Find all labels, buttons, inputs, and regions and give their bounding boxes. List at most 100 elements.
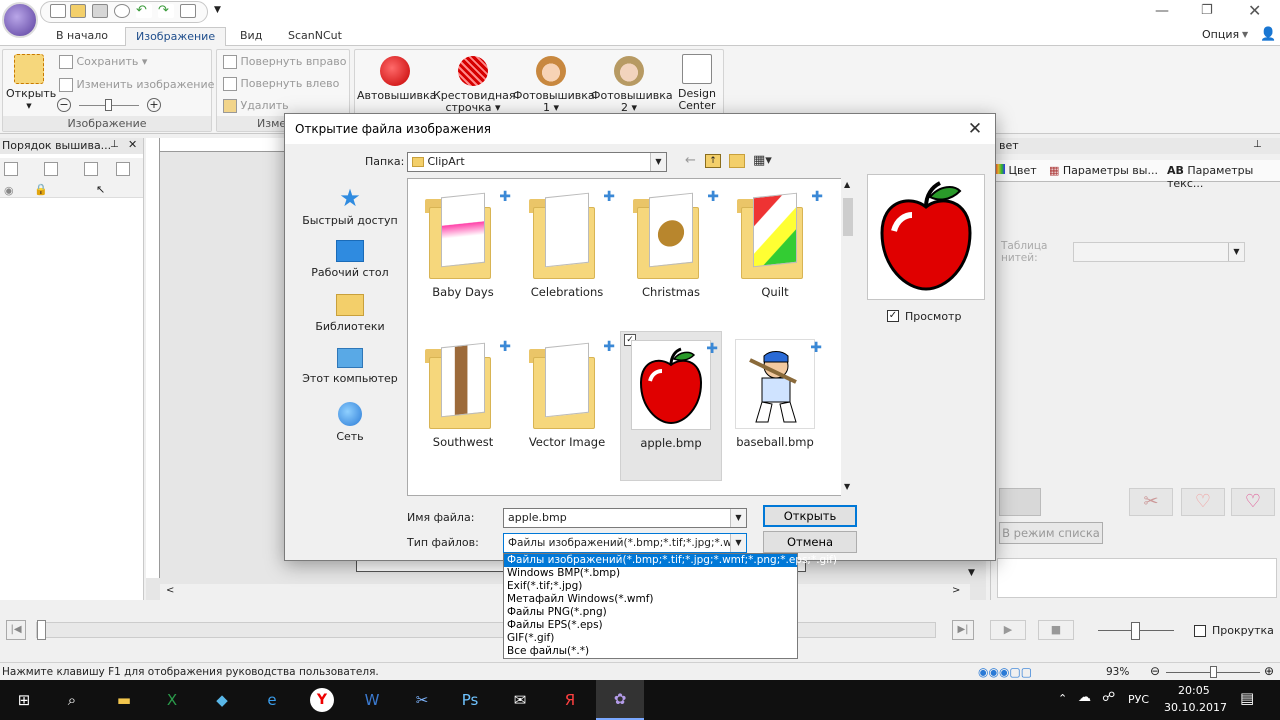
excel-icon[interactable]: X	[148, 680, 196, 720]
panel-close-icon[interactable]: ✕	[128, 138, 137, 151]
scroll-thumb[interactable]	[843, 198, 853, 236]
place-desktop[interactable]: Рабочий стол	[295, 240, 405, 279]
customize-qa-icon[interactable]: ▼	[214, 5, 221, 15]
filetype-option[interactable]: GIF(*.gif)	[504, 632, 797, 645]
square-icon[interactable]	[116, 162, 130, 176]
close-window-button[interactable]: ✕	[1248, 1, 1261, 20]
file-list[interactable]: ✚ Baby Days ✚ Celebrations ✚ Christmas ✚…	[407, 178, 855, 496]
design-center-button[interactable]: Design Center	[673, 54, 721, 112]
word-icon[interactable]: W	[348, 680, 396, 720]
up-folder-icon[interactable]: ↑	[705, 154, 721, 168]
option-menu[interactable]: Опция	[1202, 28, 1239, 41]
yandex-icon[interactable]: Я	[546, 680, 594, 720]
transparency-slider[interactable]: − +	[57, 98, 165, 114]
filetype-option[interactable]: Все файлы(*.*)	[504, 645, 797, 658]
redo-icon[interactable]: ↷	[158, 4, 174, 18]
folder-select[interactable]: ClipArt ▼	[407, 152, 667, 172]
pe-design-icon[interactable]: ✿	[596, 680, 644, 720]
color-icon[interactable]	[84, 162, 98, 176]
folder-item-southwest[interactable]: ✚ Southwest	[412, 331, 514, 481]
yandex-browser-icon[interactable]: Y	[298, 680, 346, 720]
folder-item-baby-days[interactable]: ✚ Baby Days	[412, 181, 514, 331]
clock-date[interactable]: 30.10.2017	[1164, 701, 1227, 714]
right-pin-icon[interactable]: ⊥	[1253, 139, 1262, 150]
open-image-button[interactable]: Открыть ▼	[6, 54, 56, 112]
lock-icon[interactable]: 🔒	[34, 183, 48, 196]
file-item-baseball[interactable]: ✚ baseball.bmp	[724, 331, 826, 481]
plus-icon[interactable]: +	[147, 98, 161, 112]
place-network[interactable]: Сеть	[295, 402, 405, 443]
list-mode-button[interactable]: В режим списка	[999, 522, 1103, 544]
language-indicator[interactable]: РУС	[1128, 693, 1149, 706]
tab-color[interactable]: Цвет	[995, 164, 1037, 177]
frame-icon[interactable]	[4, 162, 18, 176]
scroll-right-icon[interactable]: >	[952, 585, 960, 596]
tab-stitch-params[interactable]: ▦ Параметры вы...	[1049, 164, 1158, 177]
photoshop-icon[interactable]: Ps	[446, 680, 494, 720]
clock-time[interactable]: 20:05	[1178, 684, 1210, 697]
scroll-left-icon[interactable]: <	[166, 585, 174, 596]
tab-home[interactable]: В начало	[46, 27, 118, 46]
file-item-apple[interactable]: ✓ ✚ apple.bmp	[620, 331, 722, 481]
frame-button[interactable]	[999, 488, 1041, 516]
preview-icon[interactable]	[180, 4, 196, 18]
mail-icon[interactable]: ✉	[496, 680, 544, 720]
folder-item-celebrations[interactable]: ✚ Celebrations	[516, 181, 618, 331]
change-image-button[interactable]: Изменить изображение	[59, 78, 214, 92]
file-explorer-icon[interactable]: ▬	[100, 680, 148, 720]
pin-icon[interactable]: ⊥	[110, 139, 119, 150]
dialog-close-icon[interactable]: ✕	[965, 119, 985, 139]
maximize-button[interactable]: ❐	[1201, 3, 1213, 18]
onedrive-icon[interactable]: ☁	[1078, 690, 1091, 705]
folder-item-quilt[interactable]: ✚ Quilt	[724, 181, 826, 331]
filetype-option[interactable]: Exif(*.tif;*.jpg)	[504, 580, 797, 593]
tab-text-params[interactable]: AB Параметры текс...	[1167, 164, 1280, 190]
slider-thumb[interactable]	[105, 99, 112, 111]
auto-embroidery-button[interactable]: Автовышивка	[357, 56, 436, 102]
file-list-scrollbar[interactable]: ▲ ▼	[841, 178, 855, 496]
open-folder-icon[interactable]	[70, 4, 86, 18]
search-icon[interactable]: ⌕	[48, 680, 96, 720]
play-icon[interactable]: ▶	[990, 620, 1026, 640]
save-image-button[interactable]: Сохранить ▾	[59, 55, 147, 69]
back-icon[interactable]: ←	[685, 153, 696, 168]
snipping-tool-icon[interactable]: ✂	[398, 680, 446, 720]
save-icon[interactable]	[92, 4, 108, 18]
rotate-left-button[interactable]: Повернуть влево	[223, 77, 339, 91]
new-file-icon[interactable]	[50, 4, 66, 18]
stitch-progress-thumb[interactable]	[37, 620, 46, 640]
undo-icon[interactable]: ↶	[136, 4, 152, 18]
ie-icon[interactable]: e	[248, 680, 296, 720]
filetype-option[interactable]: Файлы изображений(*.bmp;*.tif;*.jpg;*.wm…	[504, 554, 837, 567]
photo-stitch-1-button[interactable]: Фотовышивка 1 ▾	[513, 56, 595, 114]
view-mode-icons[interactable]: ◉◉◉▢▢	[978, 665, 1032, 679]
network-icon[interactable]: ☍	[1102, 690, 1115, 705]
delete-button[interactable]: Удалить	[223, 99, 289, 113]
tab-view[interactable]: Вид	[230, 27, 272, 46]
filename-input[interactable]: apple.bmp ▼	[503, 508, 747, 528]
filetype-option[interactable]: Файлы PNG(*.png)	[504, 606, 797, 619]
notes-icon[interactable]: ◆	[198, 680, 246, 720]
scroll-checkbox[interactable]	[1194, 625, 1206, 637]
folder-item-vector-image[interactable]: ✚ Vector Image	[516, 331, 618, 481]
cursor-icon[interactable]: ↖	[96, 183, 105, 196]
tab-image[interactable]: Изображение	[125, 27, 227, 46]
preview-checkbox[interactable]: ✓	[887, 310, 899, 322]
rewind-start-icon[interactable]: |◀	[6, 620, 26, 640]
view-menu-icon[interactable]: ▦▾	[753, 153, 772, 168]
stitch-progress-track[interactable]	[36, 622, 936, 638]
place-quick-access[interactable]: ★ Быстрый доступ	[295, 186, 405, 227]
zoom-in-icon[interactable]: ⊕	[1264, 664, 1274, 678]
stop-icon[interactable]: ■	[1038, 620, 1074, 640]
start-icon[interactable]: ⊞	[0, 680, 48, 720]
group-icon[interactable]	[44, 162, 58, 176]
notifications-icon[interactable]: ▤	[1240, 689, 1254, 707]
right-text-area[interactable]	[997, 558, 1277, 598]
zoom-slider-thumb[interactable]	[1210, 666, 1217, 678]
place-this-pc[interactable]: Этот компьютер	[295, 348, 405, 385]
filetype-option[interactable]: Windows BMP(*.bmp)	[504, 567, 797, 580]
zoom-out-icon[interactable]: ⊖	[1150, 664, 1160, 678]
photo-stitch-2-button[interactable]: Фотовышивка 2 ▾	[591, 56, 673, 114]
heart-pink-icon[interactable]: ♡	[1231, 488, 1275, 516]
folder-item-christmas[interactable]: ✚ Christmas	[620, 181, 722, 331]
